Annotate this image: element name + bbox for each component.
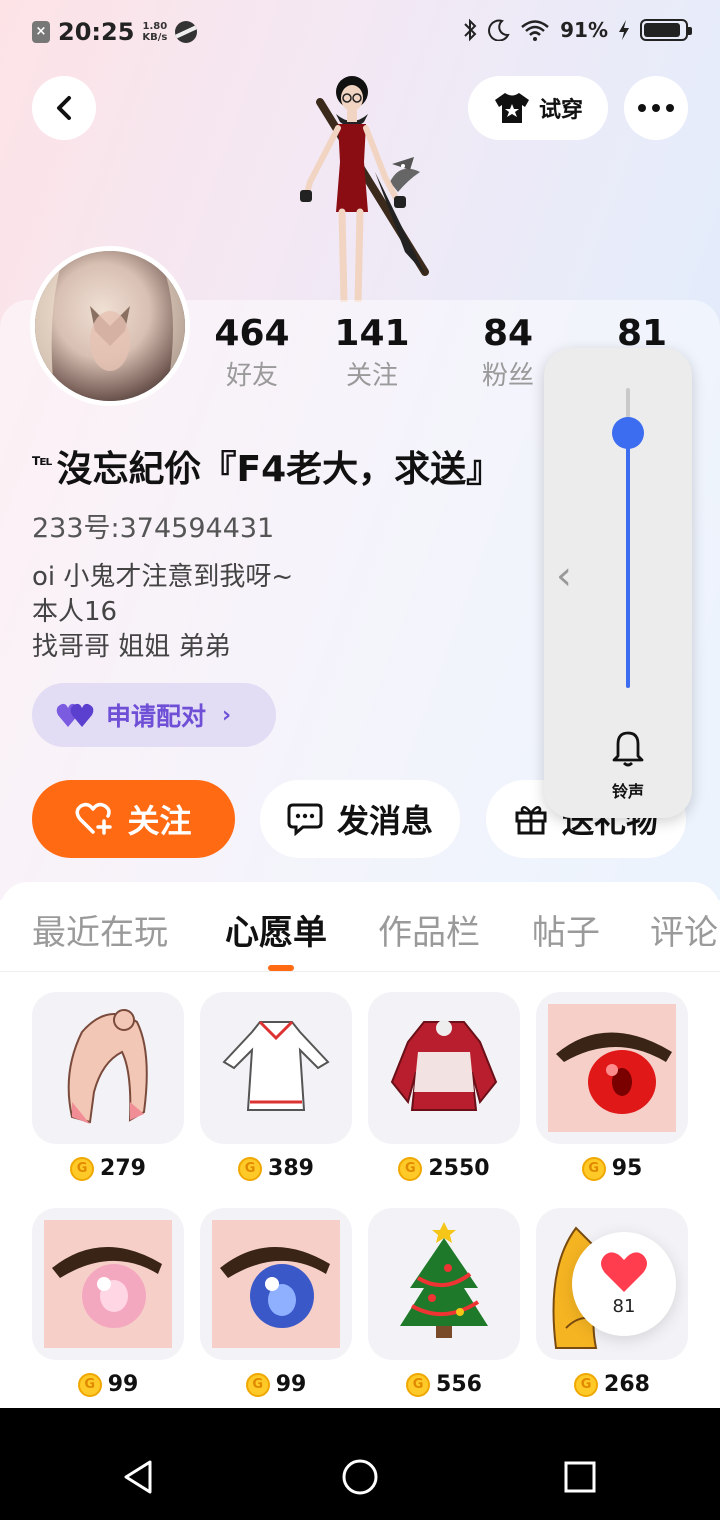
wishlist-item-blue-eye[interactable]: [200, 1208, 352, 1360]
status-bar: × 20:25 1.80 KB/s 91%: [0, 0, 720, 66]
like-button[interactable]: 81: [572, 1232, 676, 1336]
wishlist-item-hair[interactable]: [32, 992, 184, 1144]
christmas-tree-item-image: [400, 1222, 488, 1338]
coin-icon: G: [245, 1372, 270, 1397]
heart-icon: [601, 1252, 647, 1292]
back-triangle-icon[interactable]: [120, 1458, 156, 1496]
home-circle-icon[interactable]: [341, 1458, 379, 1496]
profile-tabs: 最近在玩 心愿单 作品栏 帖子 评论: [0, 905, 720, 973]
try-on-label: 试穿: [538, 98, 583, 123]
dress-item-image: [222, 1020, 330, 1111]
follow-label: 关注: [127, 802, 192, 840]
item-price: G 99: [32, 1372, 184, 1397]
item-price: G 2550: [368, 1156, 520, 1181]
user-id: 233号:374594431: [32, 513, 275, 544]
moon-icon: [488, 19, 510, 41]
try-on-button[interactable]: 试穿: [468, 76, 608, 140]
tab-recently-played[interactable]: 最近在玩: [32, 905, 168, 954]
volume-panel: ‹ 铃声: [544, 348, 692, 818]
double-heart-icon: [56, 703, 94, 727]
item-price: G 95: [536, 1156, 688, 1181]
gift-icon: [515, 805, 547, 835]
stat-friends[interactable]: 464 好友: [192, 312, 312, 396]
notification-icon: ×: [32, 21, 50, 43]
volume-slider-fill: [626, 433, 630, 688]
coin-icon: G: [406, 1372, 431, 1397]
coin-icon: G: [77, 1372, 102, 1397]
bluetooth-icon: [464, 18, 477, 42]
wishlist-item-pink-eye[interactable]: [32, 1208, 184, 1360]
pair-request-button[interactable]: 申请配对 ›: [32, 683, 276, 747]
heart-plus-icon: [75, 802, 113, 835]
bell-icon[interactable]: [610, 728, 646, 768]
volume-slider-knob[interactable]: [612, 417, 644, 449]
avatar-3d-character: [300, 76, 429, 302]
chat-bubble-icon: [287, 803, 323, 836]
status-time: 20:25: [58, 18, 135, 46]
item-price: G 389: [200, 1156, 352, 1181]
pink-eye-item-image: [44, 1220, 172, 1348]
battery-icon: [640, 19, 692, 41]
coin-icon: G: [581, 1156, 606, 1181]
more-button[interactable]: [624, 76, 688, 140]
send-message-label: 发消息: [336, 802, 433, 840]
wishlist-item-red-eye[interactable]: [536, 992, 688, 1144]
profile-bio: oi 小鬼才注意到我呀~ 本人16 找哥哥 姐姐 弟弟: [32, 560, 293, 665]
follow-button[interactable]: 关注: [32, 780, 235, 858]
system-nav-bar: [0, 1408, 720, 1520]
tab-wishlist[interactable]: 心愿单: [225, 905, 327, 954]
wishlist-item-christmas-tree[interactable]: [368, 1208, 520, 1360]
pair-request-label: 申请配对: [106, 702, 207, 731]
chevron-right-icon: ›: [222, 702, 232, 728]
stat-following[interactable]: 141 关注: [312, 312, 432, 396]
like-count: 81: [612, 1296, 636, 1317]
profile-nickname: ℡ 沒忘紀伱『F4老大，求送』: [32, 440, 502, 492]
vpn-icon: [175, 21, 198, 43]
wifi-icon: [521, 20, 549, 41]
back-arrow-icon: [57, 96, 71, 120]
avatar[interactable]: [30, 246, 190, 406]
tabs-divider: [0, 971, 720, 972]
nickname-text: 沒忘紀伱『F4老大，求送』: [56, 449, 503, 490]
red-outfit-item-image: [390, 1020, 498, 1111]
hair-item-image: [67, 1009, 148, 1124]
tab-works[interactable]: 作品栏: [378, 905, 480, 954]
tab-comments[interactable]: 评论: [650, 905, 718, 954]
coin-icon: G: [238, 1156, 263, 1181]
volume-label: 铃声: [611, 782, 644, 801]
nickname-prefix: ℡: [32, 450, 53, 469]
send-message-button[interactable]: 发消息: [260, 780, 460, 858]
wishlist-item-red-outfit[interactable]: [368, 992, 520, 1144]
item-price: G 99: [200, 1372, 352, 1397]
coin-icon: G: [398, 1156, 423, 1181]
shirt-star-icon: [494, 93, 529, 123]
wishlist-item-dress[interactable]: [200, 992, 352, 1144]
network-speed: 1.80 KB/s: [142, 21, 168, 43]
charging-icon: [619, 20, 629, 40]
back-button[interactable]: [32, 76, 96, 140]
item-price: G 279: [32, 1156, 184, 1181]
coin-icon: G: [70, 1156, 95, 1181]
red-eye-item-image: [548, 1004, 676, 1132]
coin-icon: G: [574, 1372, 599, 1397]
chevron-left-icon[interactable]: ‹: [556, 553, 572, 599]
bio-line: 找哥哥 姐姐 弟弟: [32, 632, 231, 662]
item-price: G 556: [368, 1372, 520, 1397]
tab-posts[interactable]: 帖子: [532, 905, 600, 954]
bio-line: 本人16: [32, 597, 118, 627]
more-icon: [638, 104, 674, 112]
blue-eye-item-image: [212, 1220, 340, 1348]
avatar-photo: [35, 251, 185, 401]
recents-square-icon[interactable]: [563, 1460, 597, 1494]
item-price: G 268: [536, 1372, 688, 1397]
bio-line: oi 小鬼才注意到我呀~: [32, 562, 294, 592]
battery-percent: 91%: [560, 18, 608, 42]
